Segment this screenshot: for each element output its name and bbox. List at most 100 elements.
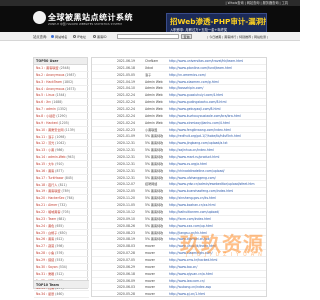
row-url[interactable]: http://www.pj.cn/1.html	[169, 291, 265, 296]
user-rank-item[interactable]: No.12 : 流光 (1042)	[34, 140, 89, 148]
row-url[interactable]: http://www.xiaomen.com/g.html	[169, 79, 265, 85]
table-row[interactable]: 2021-04-19 Admin Web http://www.xiaomen.co…	[92, 79, 266, 86]
user-rank-item[interactable]: No.29 : 猎狐 (553)	[34, 257, 89, 264]
row-url[interactable]: http://www.qiyuan.cn/a.html	[169, 271, 265, 277]
table-row[interactable]: 2020-12-31 5% 黑客特攻 http://www.mart.ru/prod…	[92, 154, 266, 161]
user-rank-item[interactable]: No.24 : 黑色 (655)	[34, 223, 89, 230]
table-row[interactable]: 2020-05-28 mover http://www.pj.cn/1.html	[92, 291, 266, 296]
user-rank-item[interactable]: No.9 : Hacked (1205)	[34, 120, 89, 127]
row-url[interactable]: http://www.lzw.com.cn/	[169, 278, 265, 284]
table-row[interactable]: 2020-11-05 5% 黑客特攻 http://www.bozhan.cn/xx…	[92, 202, 266, 209]
row-url[interactable]: http://www.ydsr.cn/admin/ewebeditor/uplo…	[169, 181, 265, 187]
table-row[interactable]: 2020-12-31 5% 黑客特攻 http://www.cs.org/a.htm…	[92, 161, 266, 168]
user-rank-item[interactable]: No.13 : 小黑 (986)	[34, 147, 89, 155]
user-rank-item[interactable]: No.7 : admin (1352)	[34, 106, 89, 114]
row-url[interactable]: http://xajinhua.cn/index.html	[169, 147, 265, 153]
table-row[interactable]: 2020-12-31 5% 黑客特攻 http://chinaddiradeline…	[92, 168, 266, 175]
row-url[interactable]: http://www.fenglinwang.com/index.html	[169, 127, 265, 133]
row-url[interactable]: http://www.gudingxiaohu.com/8.html	[169, 99, 265, 105]
user-rank-item[interactable]: No.6 : Xrc (1488)	[34, 99, 89, 107]
table-row[interactable]: 2020-06-03 mover http://wukong.cn/index.as…	[92, 284, 266, 292]
user-rank-item[interactable]: No.3 : HackTeam (1802)	[34, 79, 89, 86]
row-url[interactable]: http://www.ptonline.com/fund/team.html	[169, 65, 265, 71]
user-rank-item[interactable]: No.28 : 小鱼 (576)	[34, 250, 89, 258]
table-row[interactable]: 2021-06-19 CheNam http://www.universitas.c…	[92, 58, 266, 65]
table-row[interactable]: 2021-02-24 Admin Web http://www.gudingxiao…	[92, 99, 266, 107]
user-rank-item[interactable]: No.25 : 白帽子 (630)	[34, 230, 89, 237]
table-row[interactable]: 2020-12-31 5% 黑客特攻 http://www.ufzhanggeng.…	[92, 175, 266, 182]
globe-logo-icon[interactable]	[33, 11, 46, 24]
table-row[interactable]: 2020-10-12 5% 黑客特攻 http://baihuitianren.co…	[92, 209, 266, 216]
table-row[interactable]: 2021-01-09 5% 黑客特攻 http://redfruit.org/pd-…	[92, 133, 266, 141]
row-url[interactable]: http://www.buerzhaofeng.com/index.html	[169, 188, 265, 194]
user-rank-item[interactable]: No.26 : 黑客 (612)	[34, 236, 89, 244]
row-url[interactable]: http://baihuitianren.com/upload/	[169, 209, 265, 215]
user-rank-item[interactable]: No.22 : 暗域黑客 (705)	[34, 209, 89, 216]
row-url[interactable]: http://www.gebuyaoji.com/8.html	[169, 106, 265, 112]
row-url[interactable]: http://www.jingbang.com/upload/a.txt	[169, 140, 265, 146]
radio-domain[interactable]	[51, 35, 54, 38]
row-date: 2020-12-31	[117, 148, 135, 153]
user-rank-item[interactable]: No.15 : 大牛 (910)	[34, 161, 89, 168]
user-rank-item[interactable]: No.8 : 小秘密 (1290)	[34, 113, 89, 120]
table-row[interactable]: 2021-06-18 Xdxd http://www.ptonline.com/fu…	[92, 65, 266, 72]
user-rank-item[interactable]: No.4 : Anonymous (1673)	[34, 86, 89, 93]
radio-hacker-id[interactable]	[93, 35, 96, 38]
row-url[interactable]: http://www.tao.cn/	[169, 264, 265, 270]
table-row[interactable]: 2021-02-24 Admin Web http://www.kuzhouyoux…	[92, 113, 266, 120]
table-row[interactable]: 2021-05-05 浪子 http://cn.amemics.com/	[92, 72, 266, 79]
row-url[interactable]: http://www.bozhan.cn/xx.html	[169, 202, 265, 208]
row-url[interactable]: http://www.cs.org/a.html	[169, 161, 265, 167]
table-row[interactable]: 2021-02-24 Admin Web http://www.gebuyaoji.…	[92, 106, 266, 113]
user-rank-item[interactable]: No.34 : 星辰 (460)	[34, 291, 89, 299]
row-url[interactable]: http://redfruit.org/pd-1/?/hoke/tb/h4sf5…	[169, 133, 265, 139]
table-row[interactable]: 2020-06-18 mover http://www.qiyuan.cn/a.ht…	[92, 271, 266, 278]
user-rank-item[interactable]: No.11 : 浪子 (1098)	[34, 134, 89, 141]
row-url[interactable]: http://www.universitas.com/travel/hk/tea…	[169, 58, 265, 64]
user-rank-item[interactable]: No.27 : 寂寞 (598)	[34, 243, 89, 251]
user-rank-item[interactable]: No.1 : 黑客联盟 (2548)	[34, 65, 89, 72]
table-row[interactable]: 2020-06-09 mover http://www.lzw.com.cn/	[92, 278, 266, 285]
table-row[interactable]: 2021-02-24 Admin Web http://www.xinmiaoyij…	[92, 120, 266, 127]
user-rank-item[interactable]: No.31 : 鹰眼 (512)	[34, 271, 89, 278]
radio-ip[interactable]	[73, 35, 76, 38]
table-row[interactable]: 2020-12-05 5% 黑客特攻 http://www.buerzhaofeng…	[92, 188, 266, 196]
row-url[interactable]: http://cn.amemics.com/	[169, 72, 265, 78]
user-rank-item[interactable]: No.21 : Aimer (732)	[34, 202, 89, 210]
row-url[interactable]: http://www.ufzhanggeng.com/	[169, 175, 265, 181]
table-row[interactable]: 2020-12-07 招聘网络 http://www.ydsr.cn/admin/e…	[92, 181, 266, 189]
user-rank-item[interactable]: No.2 : Anonymous (1987)	[34, 72, 89, 79]
user-rank-item[interactable]: No.20 : HackerSec (764)	[34, 195, 89, 203]
user-rank-item[interactable]: No.5 : Linux (1544)	[34, 92, 89, 100]
user-rank-label: No.29 : 猎狐	[36, 258, 55, 263]
row-url[interactable]: http://fxcm.com/index.html	[169, 216, 265, 222]
user-rank-item[interactable]: No.30 : Sayon (534)	[34, 264, 89, 271]
row-url[interactable]: http://wukong.cn/index.asp	[169, 284, 265, 290]
search-button[interactable]: 查询	[181, 34, 192, 39]
user-rank-item[interactable]: No.10 : 黑鹰安全网 (1139)	[34, 127, 89, 134]
search-input[interactable]	[117, 34, 179, 39]
row-url[interactable]: http://www.mart.ru/product.html	[169, 154, 265, 160]
user-rank-item[interactable]: No.16 : 黑客 (877)	[34, 168, 89, 175]
table-row[interactable]: 2021-02-24 Admin Web http://www.guoxiuhuiy…	[92, 92, 266, 100]
table-row[interactable]: 2020-06-29 mover http://www.tao.cn/	[92, 264, 266, 271]
row-url[interactable]: http://www.xinmiaoyijianhu.com/4.html	[169, 120, 265, 126]
quick-links[interactable]: | 今日被黑 | 黑客排行 | 特别推荐 | 网站检测 |	[207, 34, 268, 40]
row-url[interactable]: http://www.kuzhouyouxiaole.com/bra/bra-h…	[169, 113, 265, 119]
table-row[interactable]: 2021-04-10 Admin Web http://bosszhipin.com…	[92, 85, 266, 93]
table-row[interactable]: 2021-02-23 小黑联盟 http://www.fenglinwang.com…	[92, 127, 266, 134]
user-rank-item[interactable]: No.18 : 夜行人 (811)	[34, 182, 89, 189]
user-rank-item[interactable]: No.14 : admin-Web (943)	[34, 154, 89, 162]
user-rank-item[interactable]: No.17 : TurkHaxor (845)	[34, 175, 89, 182]
table-row[interactable]: 2020-12-31 5% 黑客特攻 http://xajinhua.cn/inde…	[92, 147, 266, 155]
row-url[interactable]: http://xinsheng.gov.cn/ks.html	[169, 195, 265, 201]
row-url[interactable]: http://bosszhipin.com/	[169, 85, 265, 91]
table-row[interactable]: 2020-09-10 5% 黑客特攻 http://fxcm.com/index.h…	[92, 216, 266, 223]
user-rank-item[interactable]: No.19 : 黑客联盟 (789)	[34, 188, 89, 196]
row-url[interactable]: http://www.guoxiuhuiyi.com/4.html	[169, 92, 265, 98]
table-row[interactable]: 2020-11-20 5% 黑客特攻 http://xinsheng.gov.cn/…	[92, 195, 266, 203]
table-row[interactable]: 2020-12-31 5% 黑客特攻 http://www.jingbang.com…	[92, 140, 266, 148]
user-rank-label: No.3 : HackTeam	[36, 79, 63, 84]
user-rank-item[interactable]: No.23 : Team (681)	[34, 216, 89, 223]
row-url[interactable]: http://chinaddiradeline.com/upload/	[169, 168, 265, 174]
